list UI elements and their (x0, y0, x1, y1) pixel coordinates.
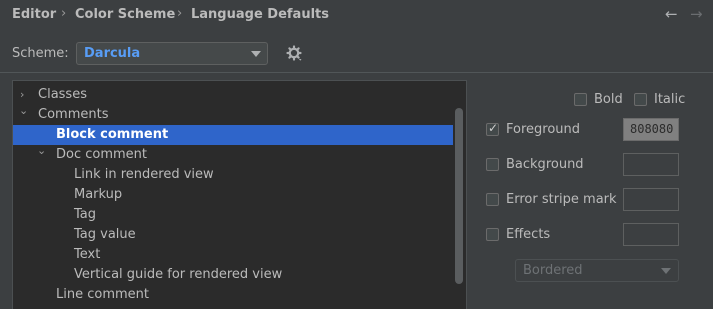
breadcrumb-editor[interactable]: Editor (12, 7, 56, 22)
effects-color-swatch[interactable] (623, 223, 679, 246)
divider (0, 72, 713, 73)
tree-item-label: Tag value (74, 227, 136, 242)
background-label: Background (506, 157, 584, 172)
chevron-down-icon[interactable]: ⌄ (19, 101, 28, 121)
scheme-dropdown[interactable]: Darcula (76, 42, 268, 65)
tree-item-label: Doc comment (56, 147, 148, 162)
error-stripe-checkbox[interactable] (486, 193, 499, 206)
tree-item-label: Text (74, 247, 101, 262)
checkmark-icon: ✓ (488, 121, 499, 135)
tree-item-label: Block comment (56, 127, 169, 142)
scheme-label: Scheme: (12, 46, 69, 61)
bold-label: Bold (594, 92, 623, 107)
tree-item-label: Line comment (56, 287, 149, 302)
bold-checkbox[interactable] (574, 93, 587, 106)
tree-item-link-in-rendered-view[interactable]: Link in rendered view (13, 165, 453, 185)
effect-type-value: Bordered (523, 263, 583, 278)
scheme-value: Darcula (84, 46, 141, 61)
breadcrumb-color-scheme[interactable]: Color Scheme (75, 7, 175, 22)
background-color-swatch[interactable] (623, 153, 679, 176)
foreground-color-value: 808080 (630, 122, 674, 136)
tree-item-line-comment[interactable]: Line comment (13, 285, 453, 305)
tree-item-vertical-guide[interactable]: Vertical guide for rendered view (13, 265, 453, 285)
tree-scrollbar[interactable] (455, 108, 463, 284)
chevron-down-icon (661, 268, 671, 274)
italic-label: Italic (654, 92, 686, 107)
foreground-checkbox[interactable]: ✓ (486, 121, 499, 136)
tree-item-comments[interactable]: ⌄ Comments (13, 104, 453, 125)
chevron-right-icon: › (61, 6, 67, 21)
gear-icon[interactable] (286, 45, 304, 67)
italic-checkbox[interactable] (634, 93, 647, 106)
tree-item-block-comment[interactable]: Block comment (13, 125, 453, 145)
tree-item-label: Tag (74, 207, 97, 222)
tree-item-label: Classes (38, 87, 87, 102)
tree-item-tag[interactable]: Tag (13, 205, 453, 225)
foreground-color-swatch[interactable]: 808080 (623, 118, 679, 141)
chevron-right-icon: › (177, 6, 183, 21)
forward-arrow-icon[interactable]: → (690, 5, 703, 23)
tree-item-markup[interactable]: Markup (13, 185, 453, 205)
chevron-down-icon (251, 51, 261, 57)
error-stripe-label: Error stripe mark (506, 192, 617, 207)
tree-item-label: Link in rendered view (74, 167, 214, 182)
error-stripe-color-swatch[interactable] (623, 188, 679, 211)
breadcrumb-language-defaults: Language Defaults (191, 7, 329, 22)
foreground-label: Foreground (506, 122, 581, 137)
effects-label: Effects (506, 227, 551, 242)
tree-item-text[interactable]: Text (13, 245, 453, 265)
tree-item-classes[interactable]: › Classes (13, 85, 453, 105)
effects-checkbox[interactable] (486, 228, 499, 241)
effect-type-dropdown[interactable]: Bordered (515, 259, 679, 282)
attribute-tree[interactable]: › Classes ⌄ Comments Block comment ⌄ Doc… (12, 80, 467, 309)
tree-item-label: Comments (38, 107, 109, 122)
background-checkbox[interactable] (486, 158, 499, 171)
tree-item-doc-comment[interactable]: ⌄ Doc comment (13, 144, 453, 165)
tree-item-label: Markup (74, 187, 123, 202)
chevron-down-icon[interactable]: ⌄ (37, 141, 46, 161)
tree-item-label: Vertical guide for rendered view (74, 267, 283, 282)
tree-item-tag-value[interactable]: Tag value (13, 225, 453, 245)
back-arrow-icon[interactable]: ← (665, 5, 678, 23)
